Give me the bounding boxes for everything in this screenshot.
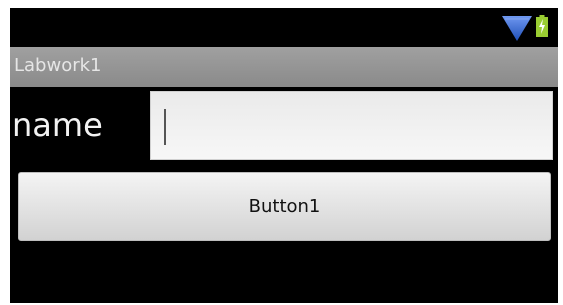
name-label: name bbox=[12, 106, 103, 144]
battery-charging-icon bbox=[536, 15, 548, 37]
button1-label: Button1 bbox=[248, 196, 321, 217]
wifi-icon bbox=[502, 16, 532, 41]
button1[interactable]: Button1 bbox=[18, 172, 551, 241]
name-input[interactable] bbox=[150, 91, 553, 160]
app-title: Labwork1 bbox=[14, 55, 102, 76]
device-screen: Labwork1 name Button1 bbox=[10, 8, 558, 303]
title-bar: Labwork1 bbox=[10, 47, 558, 87]
status-bar bbox=[10, 8, 558, 47]
text-cursor bbox=[164, 109, 166, 145]
